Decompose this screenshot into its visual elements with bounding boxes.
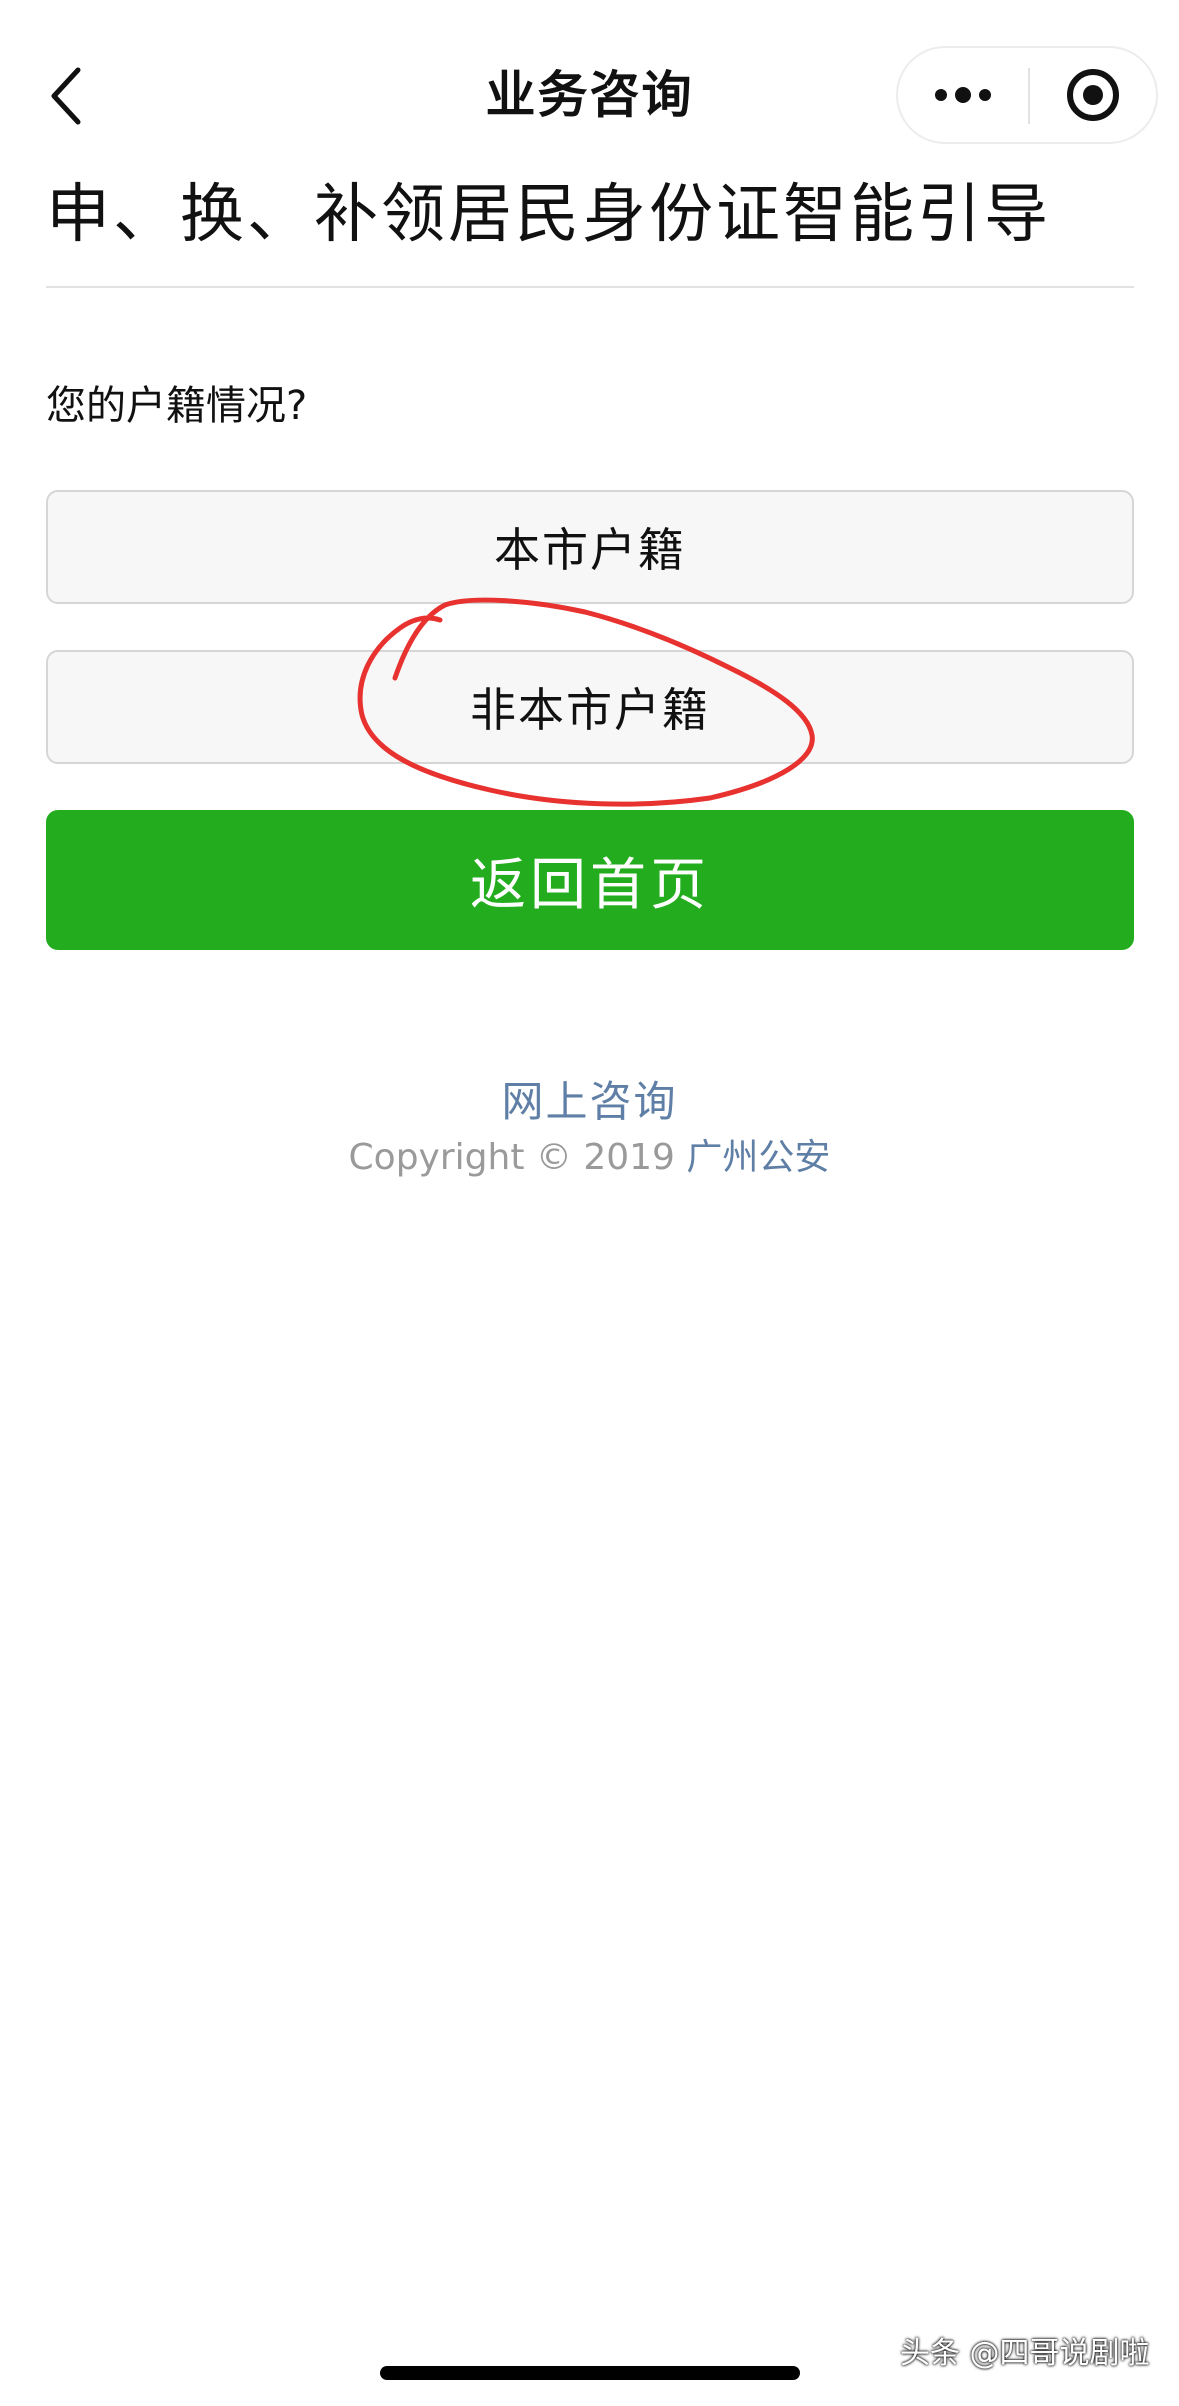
watermark-text: 头条 @四哥说剧啦: [900, 2336, 1150, 2371]
back-to-home-button[interactable]: 返回首页: [46, 810, 1134, 950]
page-heading: 申、换、补领居民身份证智能引导: [46, 178, 1051, 252]
heading-divider: [46, 286, 1134, 288]
organization-link[interactable]: 广州公安: [686, 1137, 830, 1178]
footer-link-row: 网上咨询: [0, 1072, 1179, 1132]
close-mini-program-button[interactable]: [1030, 48, 1156, 142]
mini-program-capsule: [896, 46, 1158, 144]
home-indicator: [380, 2366, 800, 2380]
more-button[interactable]: [898, 48, 1028, 142]
copyright-text: Copyright © 2019: [348, 1137, 675, 1178]
question-label: 您的户籍情况?: [46, 383, 308, 429]
online-consult-link[interactable]: 网上咨询: [501, 1077, 677, 1126]
navigation-bar: 业务咨询: [0, 0, 1179, 190]
copyright-line: Copyright © 2019 广州公安: [0, 1130, 1179, 1186]
target-close-icon: [1067, 69, 1119, 121]
more-dots-icon: [935, 87, 991, 103]
option-non-local-hukou-button[interactable]: 非本市户籍: [46, 650, 1134, 764]
option-local-hukou-button[interactable]: 本市户籍: [46, 490, 1134, 604]
